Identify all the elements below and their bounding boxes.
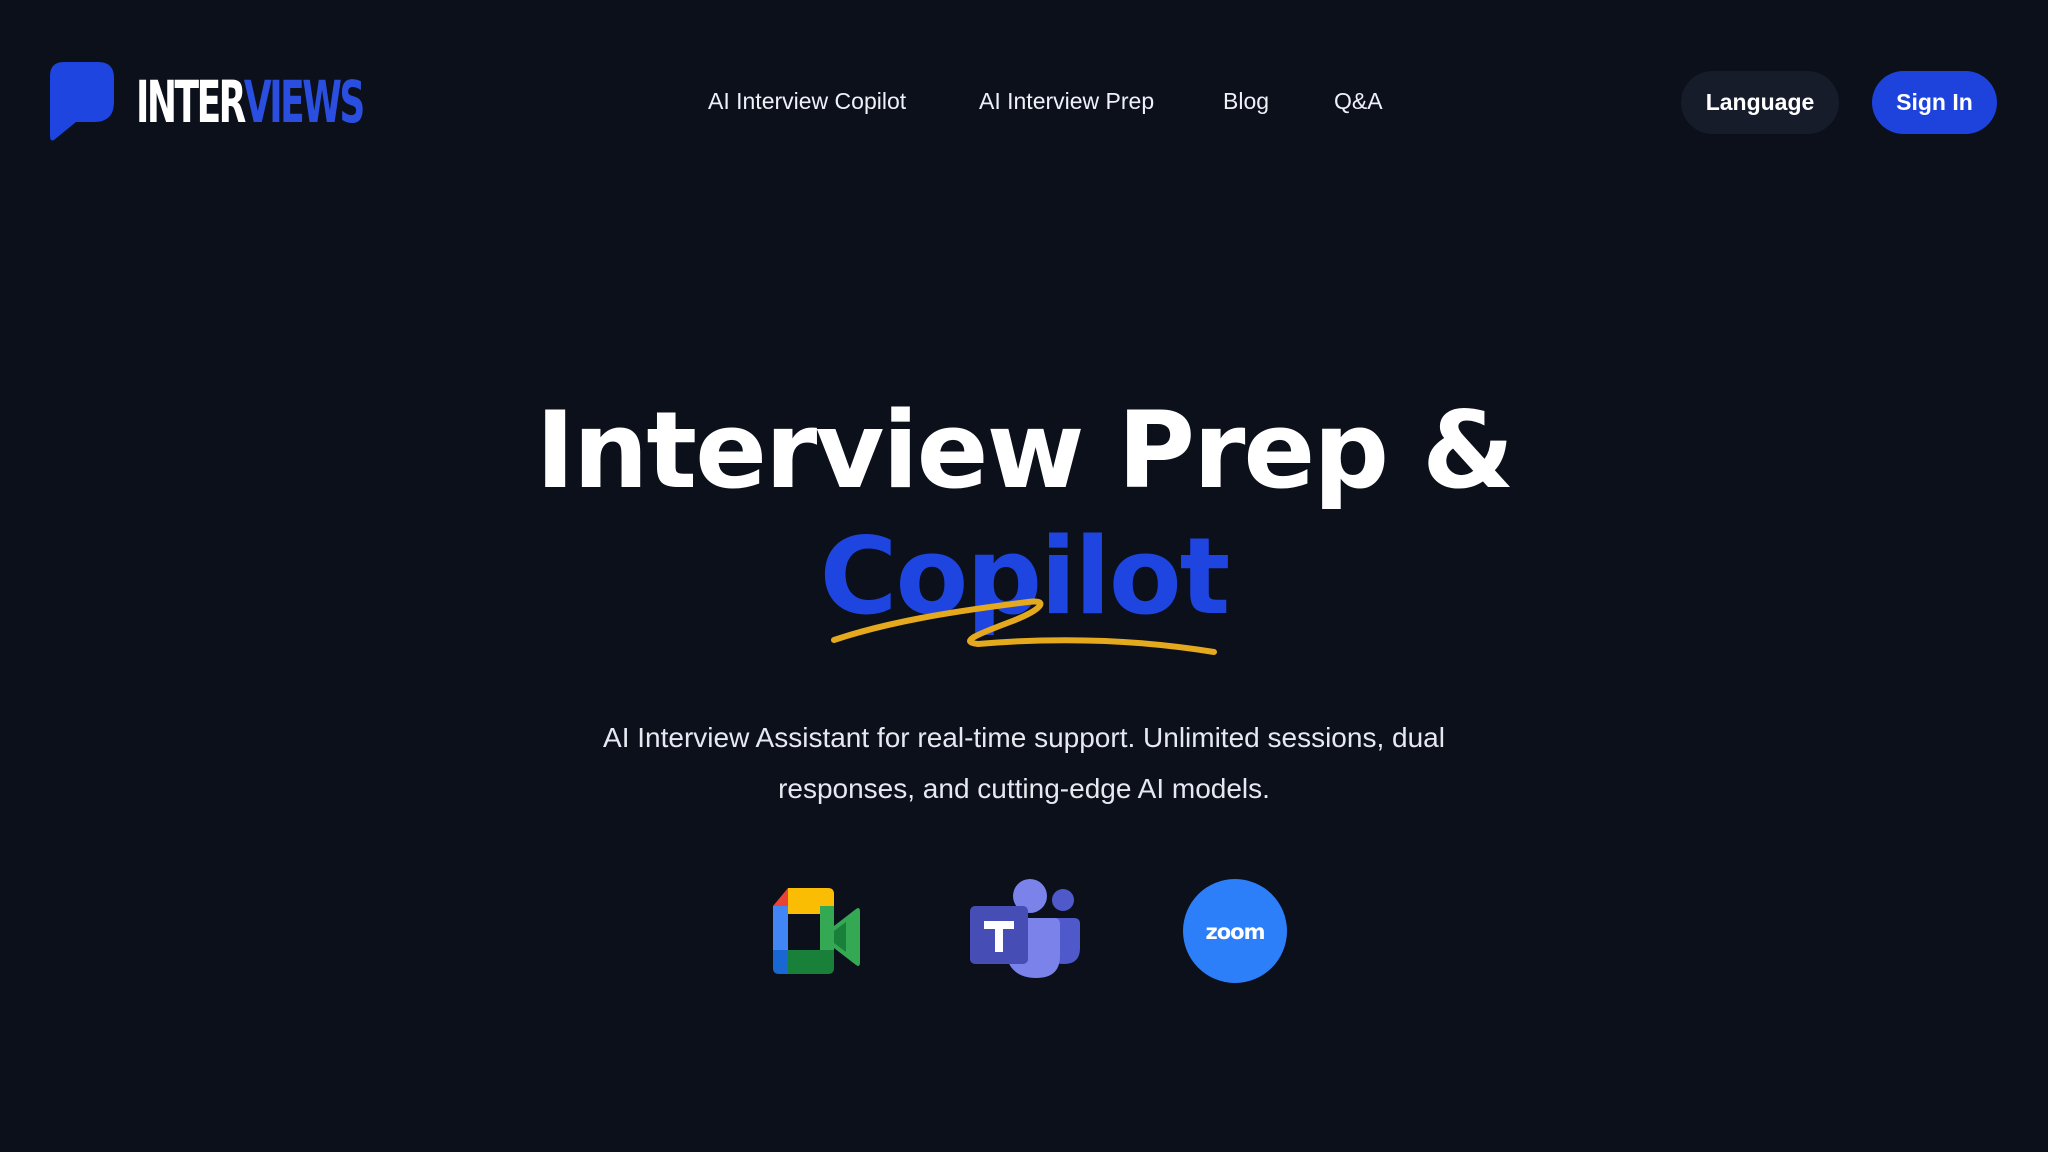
microsoft-teams-icon bbox=[970, 876, 1080, 986]
language-button[interactable]: Language bbox=[1681, 71, 1839, 134]
supported-platforms: zoom bbox=[0, 876, 2048, 986]
hero-subtitle: AI Interview Assistant for real-time sup… bbox=[603, 722, 1445, 804]
hero-title-line1: Interview Prep & bbox=[535, 389, 1515, 512]
nav-link-blog[interactable]: Blog bbox=[1223, 78, 1269, 124]
landing-page: INTERVIEWS AI Interview Copilot AI Inter… bbox=[0, 0, 2048, 1152]
nav-link-qa[interactable]: Q&A bbox=[1334, 78, 1383, 124]
site-header: INTERVIEWS AI Interview Copilot AI Inter… bbox=[0, 0, 2048, 202]
sign-in-button[interactable]: Sign In bbox=[1872, 71, 1997, 134]
hero-title-highlight: Copilot bbox=[819, 515, 1231, 638]
google-meet-icon bbox=[760, 876, 870, 986]
nav-link-ai-interview-copilot[interactable]: AI Interview Copilot bbox=[708, 78, 906, 124]
zoom-label: zoom bbox=[1206, 920, 1265, 944]
zoom-icon: zoom bbox=[1180, 876, 1290, 986]
nav-link-ai-interview-prep[interactable]: AI Interview Prep bbox=[979, 78, 1154, 124]
hero-title: Interview Prep & Copilot bbox=[0, 388, 2048, 640]
